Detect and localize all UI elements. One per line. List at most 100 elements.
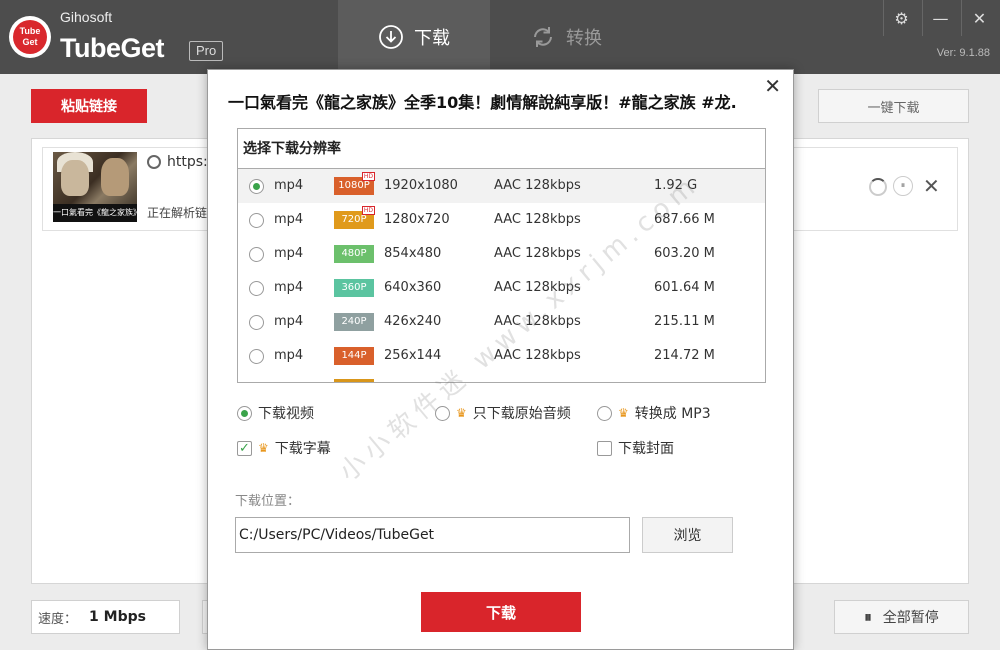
resolution-size: 603.20 M bbox=[654, 246, 715, 261]
resolution-audio: AAC 128kbps bbox=[494, 314, 581, 329]
title-bar: Tube Get Gihosoft TubeGet Pro 下载 转换 ⚙ — ✕… bbox=[0, 0, 1000, 74]
item-pause-button[interactable]: ⏸ bbox=[893, 176, 913, 196]
resolution-format: mp4 bbox=[274, 280, 304, 295]
crown-icon: ♛ bbox=[618, 406, 629, 420]
resolution-row[interactable]: mp4 240P 426x240 AAC 128kbps 215.11 M bbox=[238, 305, 765, 339]
resolution-row[interactable]: mp4 144P 256x144 AAC 128kbps 214.72 M bbox=[238, 339, 765, 373]
download-location-label: 下载位置： bbox=[235, 494, 301, 509]
option-audio-only[interactable]: ♛ 只下载原始音频 bbox=[435, 403, 571, 423]
checkbox-subtitles[interactable]: ✓ bbox=[237, 440, 252, 456]
resolution-radio[interactable] bbox=[249, 349, 264, 364]
download-circle-icon bbox=[379, 25, 403, 49]
resolution-row[interactable]: mp4 1080P HD 1920x1080 AAC 128kbps 1.92 G bbox=[238, 169, 765, 203]
thumbnail-figure bbox=[101, 158, 129, 196]
resolution-format: mp4 bbox=[274, 348, 304, 363]
crown-icon: ♛ bbox=[258, 441, 269, 455]
resolution-radio[interactable] bbox=[249, 213, 264, 228]
radio-audio-only[interactable] bbox=[435, 405, 450, 421]
resolution-size: 215.11 M bbox=[654, 314, 715, 329]
dialog-close-button[interactable]: ✕ bbox=[764, 74, 781, 98]
edition-badge: Pro bbox=[189, 41, 224, 61]
resolution-radio[interactable] bbox=[249, 179, 264, 194]
resolution-radio[interactable] bbox=[249, 247, 264, 262]
option-convert-mp3-label: 转换成 MP3 bbox=[634, 406, 711, 422]
resolution-list: 选择下载分辨率 mp4 1080P HD 1920x1080 AAC 128kbps 1.… bbox=[237, 128, 766, 383]
tab-download-label: 下载 bbox=[414, 28, 450, 49]
resolution-header: 选择下载分辨率 bbox=[238, 129, 765, 169]
resolution-badge-label: 144P bbox=[341, 350, 367, 361]
resolution-format: mp4 bbox=[274, 246, 304, 261]
download-button[interactable]: 下载 bbox=[421, 592, 581, 632]
resolution-dimensions: 426x240 bbox=[384, 314, 442, 329]
pause-all-button[interactable]: ⏸ 全部暂停 bbox=[834, 600, 969, 634]
version-label: Ver: 9.1.88 bbox=[936, 47, 990, 59]
resolution-dimensions: 256x144 bbox=[384, 348, 442, 363]
option-subtitles-label: 下载字幕 bbox=[274, 441, 331, 457]
resolution-row[interactable]: mp4 360P 640x360 AAC 128kbps 601.64 M bbox=[238, 271, 765, 305]
video-title: 一口氣看完《龍之家族》全季10集！劇情解說純享版！#龍之家族 #龙.. bbox=[228, 93, 738, 112]
resolution-audio: AAC 128kbps bbox=[494, 280, 581, 295]
download-options-dialog: ✕ 一口氣看完《龍之家族》全季10集！劇情解說純享版！#龍之家族 #龙.. 选择… bbox=[207, 69, 794, 650]
resolution-size: 687.66 M bbox=[654, 212, 715, 227]
close-icon: ✕ bbox=[972, 8, 987, 28]
speed-value: 1 Mbps bbox=[89, 609, 146, 625]
item-status: 正在解析链 bbox=[147, 206, 208, 220]
resolution-dimensions: 640x360 bbox=[384, 280, 442, 295]
company-name: Gihosoft bbox=[60, 9, 113, 25]
resolution-radio[interactable] bbox=[249, 281, 264, 296]
resolution-format: mp4 bbox=[274, 212, 304, 227]
option-download-video[interactable]: 下载视频 bbox=[237, 403, 314, 423]
resolution-badge: 240P bbox=[334, 313, 374, 331]
checkbox-cover[interactable] bbox=[597, 440, 612, 456]
option-cover-label: 下载封面 bbox=[618, 441, 674, 457]
tab-download[interactable]: 下载 bbox=[338, 0, 490, 74]
option-download-video-label: 下载视频 bbox=[258, 406, 314, 422]
hd-tag: HD bbox=[361, 172, 375, 181]
resolution-badge: 480P bbox=[334, 245, 374, 263]
tab-convert-label: 转换 bbox=[566, 28, 602, 49]
resolution-audio: AAC 128kbps bbox=[494, 348, 581, 363]
close-window-button[interactable]: ✕ bbox=[961, 0, 997, 36]
option-convert-mp3[interactable]: ♛ 转换成 MP3 bbox=[597, 403, 711, 423]
resolution-radio[interactable] bbox=[249, 315, 264, 330]
tab-convert[interactable]: 转换 bbox=[490, 0, 642, 74]
option-subtitles[interactable]: ✓ ♛ 下载字幕 bbox=[237, 438, 331, 458]
resolution-badge: 1080P HD bbox=[334, 172, 375, 195]
resolution-row[interactable]: mp4 720P HD 1280x720 AAC 128kbps 687.66 M bbox=[238, 203, 765, 237]
resolution-size: 1.92 G bbox=[654, 178, 698, 193]
speed-label: 速度： bbox=[38, 611, 78, 627]
crown-icon: ♛ bbox=[456, 406, 467, 420]
resolution-badge bbox=[334, 379, 374, 382]
option-cover[interactable]: 下载封面 bbox=[597, 438, 674, 458]
resolution-format: mp4 bbox=[274, 178, 304, 193]
settings-button[interactable]: ⚙ bbox=[883, 0, 919, 36]
video-thumbnail: 一口氣看完《龍之家族》 bbox=[53, 152, 137, 222]
browse-button[interactable]: 浏览 bbox=[642, 517, 733, 553]
resolution-badge: 144P bbox=[334, 347, 374, 365]
logo-text: Tube Get bbox=[13, 20, 47, 54]
option-audio-only-label: 只下载原始音频 bbox=[472, 406, 571, 422]
resolution-badge-label: 240P bbox=[341, 316, 367, 327]
resolution-audio: AAC 128kbps bbox=[494, 212, 581, 227]
loading-spinner-icon bbox=[869, 178, 887, 196]
item-remove-button[interactable]: ✕ bbox=[923, 174, 940, 198]
one-key-download-button[interactable]: 一键下载 bbox=[818, 89, 969, 123]
paste-link-button[interactable]: 粘贴链接 bbox=[31, 89, 147, 123]
radio-convert-mp3[interactable] bbox=[597, 405, 612, 421]
radio-download-video[interactable] bbox=[237, 405, 252, 421]
download-path-input[interactable] bbox=[235, 517, 630, 553]
resolution-dimensions: 854x480 bbox=[384, 246, 442, 261]
minimize-button[interactable]: — bbox=[922, 0, 958, 36]
speed-indicator: 速度： 1 Mbps bbox=[31, 600, 180, 634]
resolution-size: 601.64 M bbox=[654, 280, 715, 295]
resolution-badge: 720P HD bbox=[334, 206, 375, 229]
resolution-badge-label: 1080P bbox=[338, 180, 370, 191]
resolution-audio: AAC 128kbps bbox=[494, 246, 581, 261]
product-name: TubeGet bbox=[60, 33, 165, 63]
film-reel-icon bbox=[147, 155, 161, 169]
pause-icon: ⏸ bbox=[864, 608, 871, 626]
resolution-dimensions: 1920x1080 bbox=[384, 178, 458, 193]
thumbnail-caption: 一口氣看完《龍之家族》 bbox=[53, 204, 137, 222]
resolution-row[interactable]: mp4 480P 854x480 AAC 128kbps 603.20 M bbox=[238, 237, 765, 271]
gear-icon: ⚙ bbox=[894, 8, 909, 28]
